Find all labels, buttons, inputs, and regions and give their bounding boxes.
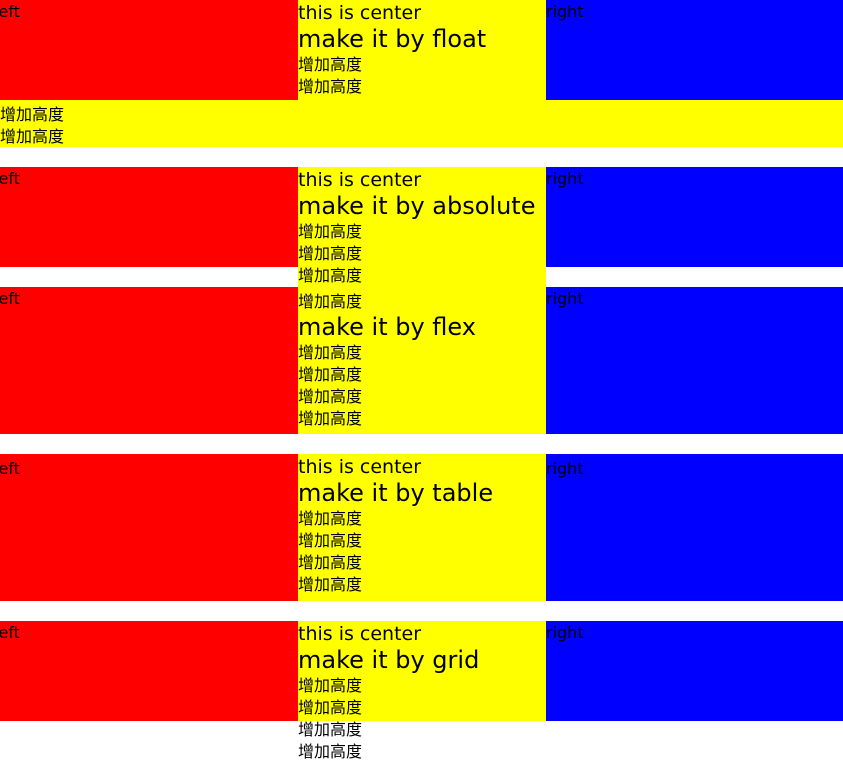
float-left-panel xyxy=(0,0,298,100)
flex-right-label: right xyxy=(546,289,584,308)
absolute-center-subtitle: make it by absolute xyxy=(298,192,536,220)
table-left-label: left xyxy=(0,459,20,478)
grid-center-text: this is center make it by grid 增加高度 增加高度… xyxy=(298,623,479,763)
absolute-right-panel xyxy=(546,167,843,267)
grid-extra-line: 增加高度 xyxy=(298,742,363,761)
grid-left-label: left xyxy=(0,623,20,642)
table-extra-line: 增加高度 xyxy=(298,553,363,572)
flex-extra-line: 增加高度 xyxy=(298,365,363,384)
float-center-title: this is center xyxy=(298,2,422,24)
absolute-extra-line: 增加高度 xyxy=(298,244,363,263)
float-left-label: left xyxy=(0,2,20,21)
float-center-subtitle: make it by float xyxy=(298,25,487,53)
float-center-text: this is center make it by float 增加高度 增加高… xyxy=(298,2,486,98)
absolute-center-title: this is center xyxy=(298,169,422,191)
flex-right-panel xyxy=(546,287,843,434)
flex-left-label: left xyxy=(0,289,20,308)
table-extra-line: 增加高度 xyxy=(298,509,363,528)
float-extra-line: 增加高度 xyxy=(298,55,363,74)
float-overflow-band xyxy=(0,100,843,147)
table-extra-line: 增加高度 xyxy=(298,575,363,594)
grid-extra-line: 增加高度 xyxy=(298,676,363,695)
table-left-panel xyxy=(0,454,298,601)
absolute-extra-line: 增加高度 xyxy=(298,266,363,285)
absolute-extra-line: 增加高度 xyxy=(298,222,363,241)
grid-extra-line: 增加高度 xyxy=(298,720,363,739)
float-extra-line: 增加高度 xyxy=(298,77,363,96)
float-overflow-line: 增加高度 xyxy=(0,105,65,124)
flex-center-text: 增加高度 make it by flex 增加高度 增加高度 增加高度 增加高度 xyxy=(298,291,476,430)
absolute-left-label: left xyxy=(0,169,20,188)
grid-left-panel xyxy=(0,621,298,721)
float-right-panel xyxy=(546,0,843,100)
flex-extra-line: 增加高度 xyxy=(298,292,363,311)
grid-right-label: right xyxy=(546,623,584,642)
flex-center-subtitle: make it by flex xyxy=(298,313,476,341)
table-extra-line: 增加高度 xyxy=(298,531,363,550)
grid-center-title: this is center xyxy=(298,623,422,645)
table-right-panel xyxy=(546,454,843,601)
table-right-label: right xyxy=(546,459,584,478)
absolute-right-label: right xyxy=(546,169,584,188)
table-center-subtitle: make it by table xyxy=(298,479,494,507)
float-right-label: right xyxy=(546,2,584,21)
flex-left-panel xyxy=(0,287,298,434)
table-center-text: this is center make it by table 增加高度 增加高… xyxy=(298,456,493,596)
table-center-title: this is center xyxy=(298,456,422,478)
grid-right-panel xyxy=(546,621,843,721)
absolute-center-text: this is center make it by absolute 增加高度 … xyxy=(298,169,535,287)
flex-extra-line: 增加高度 xyxy=(298,409,363,428)
grid-center-subtitle: make it by grid xyxy=(298,646,480,674)
grid-extra-line: 增加高度 xyxy=(298,698,363,717)
absolute-left-panel xyxy=(0,167,298,267)
flex-extra-line: 增加高度 xyxy=(298,387,363,406)
flex-extra-line: 增加高度 xyxy=(298,343,363,362)
float-overflow-line: 增加高度 xyxy=(0,127,65,146)
